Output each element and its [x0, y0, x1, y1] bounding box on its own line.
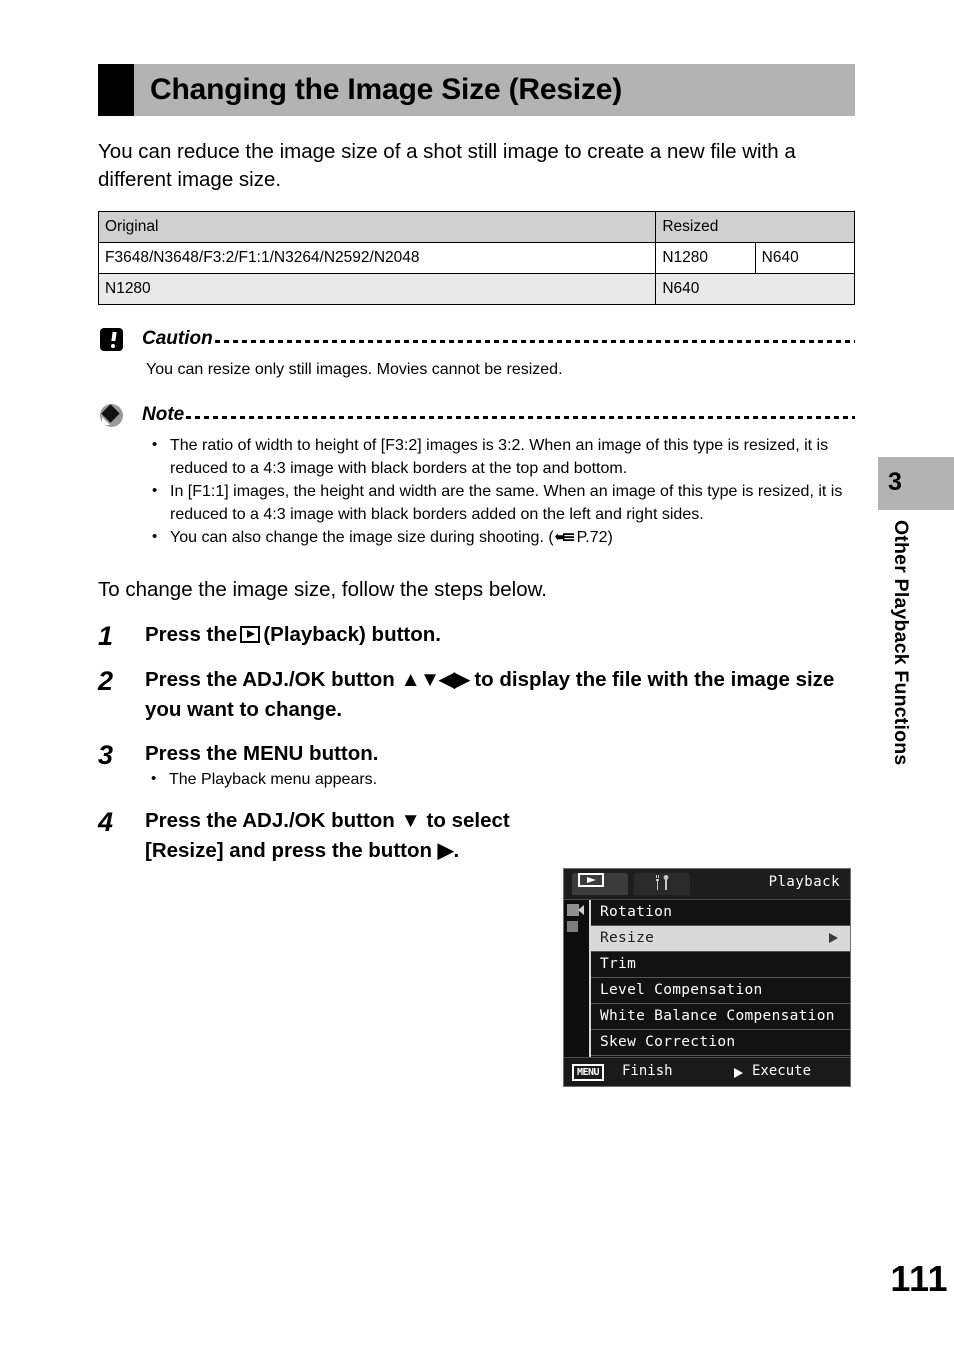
step-text: Press the MENU button. [145, 741, 379, 765]
column-header-resized: Resized [655, 211, 855, 243]
step-number: 2 [98, 665, 114, 696]
menu-item-rotation[interactable]: Rotation [591, 900, 850, 926]
step-text-before: Press the [145, 622, 238, 646]
list-item: You can also change the image size durin… [146, 526, 855, 550]
step-number: 3 [98, 739, 114, 770]
chapter-tab: 3 [878, 457, 954, 510]
column-header-original: Original [97, 211, 657, 243]
chapter-number: 3 [888, 468, 902, 496]
header-black-block [98, 64, 134, 116]
right-arrow-icon: ▶ [437, 839, 454, 862]
menu-item-level-compensation[interactable]: Level Compensation [591, 978, 850, 1004]
intro-paragraph: You can reduce the image size of a shot … [98, 140, 796, 191]
cell-resized-1b: N640 [754, 242, 856, 274]
cell-original-1: F3648/N3648/F3:2/F1:1/N3264/N2592/N2048 [97, 242, 657, 274]
list-item-text: You can also change the image size durin… [170, 529, 554, 546]
step-3-sublist: The Playback menu appears. [145, 768, 855, 792]
step-number: 1 [98, 620, 114, 651]
submenu-arrow-icon [829, 933, 838, 943]
table-row: F3648/N3648/F3:2/F1:1/N3264/N2592/N2048 … [97, 242, 856, 274]
step-number: 4 [98, 807, 114, 837]
lcd-menu-list: Rotation Resize Trim Level Compensation … [591, 900, 850, 1056]
size-comparison-table: Original Resized F3648/N3648/F3:2/F1:1/N… [97, 211, 856, 305]
caution-icon [98, 327, 128, 351]
lcd-tab-bar: Playback [564, 869, 850, 900]
table-header-row: Original Resized [97, 211, 855, 243]
note-heading: Note [98, 403, 855, 427]
step-1: 1 Press the (Playback) button. [98, 620, 855, 651]
cell-resized-2a: N640 [655, 273, 855, 305]
step-text: Press the ADJ./OK button ▲▼◀▶ to display… [145, 665, 855, 725]
note-bullet-list: The ratio of width to height of [F3:2] i… [146, 434, 855, 550]
page-number: 111 [890, 1258, 948, 1299]
execute-arrow-icon [734, 1068, 743, 1078]
table-row: N1280 N640 [97, 273, 855, 305]
steps-leadin: To change the image size, follow the ste… [98, 577, 547, 601]
page-reference: P.72) [576, 529, 613, 546]
caution-label: Caution [142, 328, 213, 349]
note-body: The ratio of width to height of [F3:2] i… [146, 434, 855, 550]
step-text: Press the (Playback) button. [145, 620, 855, 650]
step-text-before: Press the ADJ./OK button [145, 667, 395, 691]
menu-item-skew-correction[interactable]: Skew Correction [591, 1030, 850, 1056]
pointing-hand-icon [554, 529, 576, 544]
cell-resized-1a: N1280 [655, 242, 756, 274]
caution-block: Caution You can resize only still images… [98, 327, 855, 381]
list-item: The ratio of width to height of [F3:2] i… [146, 434, 855, 480]
note-icon [98, 403, 128, 427]
page-content: Changing the Image Size (Resize) You can… [97, 64, 856, 880]
finish-label: Finish [622, 1063, 673, 1079]
left-arrow-icon [578, 905, 584, 915]
step-3: 3 Press the MENU button. The Playback me… [98, 739, 855, 793]
menu-key-badge: MENU [572, 1064, 605, 1081]
page-indicator-dot [567, 921, 578, 932]
step-list: 1 Press the (Playback) button. 2 Press th… [98, 620, 855, 867]
note-block: Note The ratio of width to height of [F3… [98, 403, 855, 550]
lcd-title: Playback [768, 874, 840, 890]
caution-rule [214, 339, 855, 343]
list-item: The Playback menu appears. [145, 768, 855, 792]
down-arrow-icon: ▼ [400, 809, 421, 832]
execute-label: Execute [752, 1063, 812, 1079]
step-4: 4 Press the ADJ./OK button ▼ to select [… [98, 806, 855, 866]
step-text-before: Press the ADJ./OK button [145, 809, 395, 832]
chapter-title-vertical: Other Playback Functions [890, 520, 912, 766]
step-text: Press the ADJ./OK button ▼ to select [Re… [145, 806, 545, 866]
caution-heading: Caution [98, 327, 855, 351]
manual-page: Changing the Image Size (Resize) You can… [0, 0, 954, 1345]
step-text-after: . [453, 839, 460, 862]
camera-lcd-screenshot: Playback Rotation Resize Trim Level Comp… [563, 868, 851, 1087]
lcd-footer-bar: MENU Finish Execute [564, 1057, 850, 1086]
menu-item-trim[interactable]: Trim [591, 952, 850, 978]
page-title: Changing the Image Size (Resize) [150, 73, 623, 106]
note-rule [186, 415, 855, 419]
menu-item-white-balance-compensation[interactable]: White Balance Compensation [591, 1004, 850, 1030]
menu-item-resize[interactable]: Resize [591, 926, 850, 952]
step-2: 2 Press the ADJ./OK button ▲▼◀▶ to displ… [98, 665, 855, 725]
menu-item-label: Resize [600, 930, 655, 946]
section-header: Changing the Image Size (Resize) [98, 64, 855, 116]
step-text-after: (Playback) button. [263, 622, 441, 646]
list-item: In [F1:1] images, the height and width a… [146, 480, 855, 526]
caution-body: You can resize only still images. Movies… [146, 361, 563, 378]
playback-button-icon [240, 625, 261, 643]
playback-tab-icon [578, 873, 604, 887]
lcd-menu-area: Rotation Resize Trim Level Compensation … [564, 900, 850, 1057]
setup-tools-icon [652, 874, 674, 891]
cell-original-2: N1280 [97, 273, 657, 305]
direction-arrows-icon: ▲▼◀▶ [400, 667, 470, 691]
note-label: Note [142, 404, 185, 425]
